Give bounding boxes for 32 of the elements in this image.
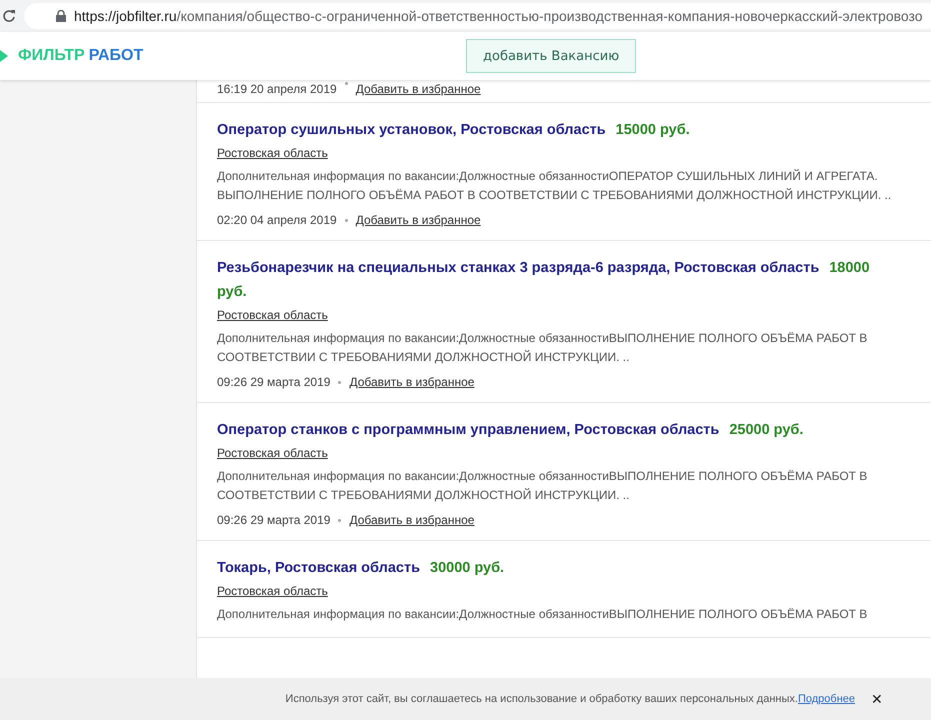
- job-description: Дополнительная информация по вакансии:Должностные обязанностиВЫПОЛНЕНИЕ ПОЛНОГО ОБЪЁМА РАБОТ В СООТВЕТСТВИИ С ТРЕБОВАНИЯМИ ДОЛЖНОСТНОЙ ИНСТРУКЦИИ. ..: [217, 330, 868, 366]
- listing-date: 09:26 29 марта 2019: [217, 375, 330, 389]
- job-title-link[interactable]: Оператор станков с программным управлением, Ростовская область 25000 руб.: [217, 418, 903, 442]
- bullet-icon: [338, 518, 342, 522]
- add-to-favorites-link[interactable]: Добавить в избранное: [349, 375, 474, 389]
- bullet-icon: [338, 380, 342, 384]
- region-link[interactable]: Ростовская область: [217, 446, 328, 460]
- job-title-link[interactable]: Токарь, Ростовская область 30000 руб.: [217, 556, 903, 580]
- add-to-favorites-link[interactable]: Добавить в избранное: [356, 82, 481, 96]
- job-description: Дополнительная информация по вакансии:Должностные обязанностиВЫПОЛНЕНИЕ ПОЛНОГО ОБЪЁМА РАБОТ В: [217, 606, 868, 623]
- logo-text[interactable]: РАБОТ: [88, 47, 144, 65]
- address-field[interactable]: https://jobfilter.ru/компания/общество-с-ограниченной-ответственностью-производственная-компания-новочеркасский-электровозо: [24, 3, 931, 29]
- job-description: Дополнительная информация по вакансии:Должностные обязанностиВЫПОЛНЕНИЕ ПОЛНОГО ОБЪЁМА РАБОТ В СООТВЕТСТВИИ С ТРЕБОВАНИЯМИ ДОЛЖНОСТНОЙ ИНСТРУКЦИИ. ..: [217, 468, 868, 504]
- listing-date: 02:20 04 апреля 2019: [217, 213, 337, 227]
- listing-date: 16:19 20 апреля 2019: [217, 82, 337, 96]
- region-link[interactable]: Ростовская область: [217, 146, 328, 160]
- bullet-icon: [344, 218, 348, 222]
- more-info-link[interactable]: Подробнее: [798, 693, 855, 705]
- job-title-link[interactable]: Резьбонарезчик на специальных станках 3 разряда-6 разряда, Ростовская область 18000 руб.: [217, 256, 903, 304]
- close-button[interactable]: ✕: [871, 691, 883, 707]
- job-description: Дополнительная информация по вакансии:Должностные обязанностиОПЕРАТОР СУШИЛЬНЫХ ЛИНИЙ И АГРЕГАТА. ВЫПОЛНЕНИЕ ПОЛНОГО ОБЪЁМА РАБОТ В СООТВЕТСТВИИ С ТРЕБОВАНИЯМИ ДОЛЖНОСТНОЙ ИНСТРУКЦИИ. ..: [217, 168, 892, 204]
- region-link[interactable]: Ростовская область: [217, 584, 328, 598]
- lock-icon: [56, 10, 66, 22]
- bullet-icon: [344, 82, 348, 85]
- add-to-favorites-link[interactable]: Добавить в избранное: [356, 213, 481, 227]
- add-to-favorites-link[interactable]: Добавить в избранное: [349, 513, 474, 527]
- region-link[interactable]: Ростовская область: [217, 308, 328, 322]
- reload-icon[interactable]: [2, 9, 16, 23]
- cookie-notice: Используя этот сайт, вы соглашаетесь на использование и обработку ваших персональных данных.: [285, 693, 798, 705]
- add-vacancy-button[interactable]: добавить Вакансию: [466, 39, 636, 73]
- job-title-link[interactable]: Оператор сушильных установок, Ростовская область 15000 руб.: [217, 118, 903, 142]
- listing-date: 09:26 29 марта 2019: [217, 513, 330, 527]
